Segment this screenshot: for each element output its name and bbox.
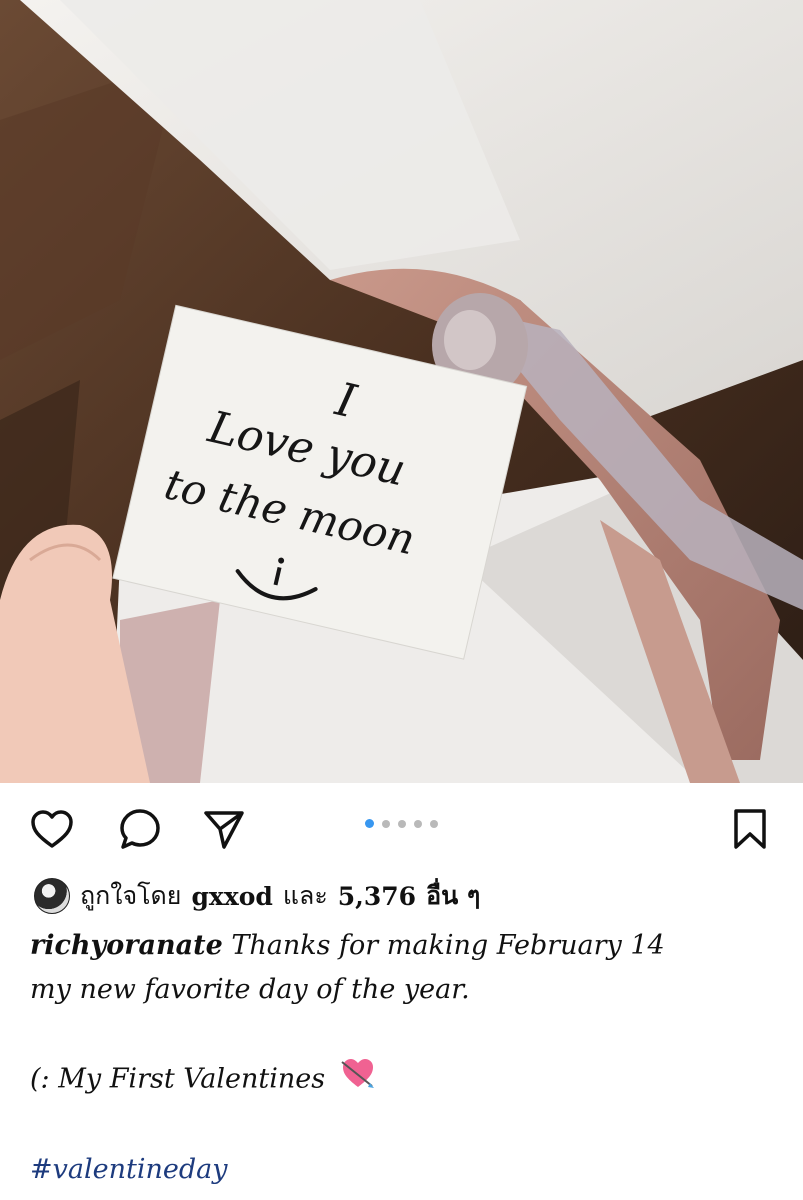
- post-photo[interactable]: I Love you to the moon: [0, 0, 803, 783]
- carousel-dot: [414, 819, 422, 828]
- hashtag-link[interactable]: #valentineday: [30, 1148, 780, 1192]
- likes-prefix: ถูกใจโดย: [80, 881, 182, 910]
- carousel-dot: [398, 819, 406, 828]
- carousel-indicator: [365, 819, 438, 828]
- save-button[interactable]: [726, 805, 774, 853]
- share-icon: [204, 811, 244, 849]
- like-button[interactable]: [28, 805, 76, 853]
- share-button[interactable]: [200, 805, 248, 853]
- caption-text-1: Thanks for making February 14: [231, 930, 665, 961]
- caption-line-3: (: My First Valentines: [30, 1056, 780, 1104]
- caption-text-3: (: My First Valentines: [30, 1063, 326, 1095]
- carousel-dot: [430, 819, 438, 828]
- likes-suffix[interactable]: อื่น ๆ: [426, 876, 480, 916]
- comment-icon: [120, 809, 160, 849]
- heart-with-arrow-emoji: [340, 1056, 376, 1104]
- carousel-dot: [382, 819, 390, 828]
- heart-with-arrow-icon: [341, 1059, 374, 1088]
- heart-icon: [31, 810, 73, 848]
- likes-conjunction: และ: [282, 881, 328, 910]
- post-caption: richyoranate Thanks for making February …: [30, 924, 780, 1192]
- comment-button[interactable]: [116, 805, 164, 853]
- bookmark-icon: [734, 809, 766, 849]
- likes-count[interactable]: 5,376: [338, 882, 416, 911]
- liked-by-user-link[interactable]: gxxod: [191, 882, 272, 911]
- caption-line: richyoranate Thanks for making February …: [30, 924, 780, 968]
- caption-username-link[interactable]: richyoranate: [30, 930, 223, 961]
- carousel-dot-active: [365, 819, 374, 828]
- avatar[interactable]: [34, 878, 70, 914]
- likes-row[interactable]: ถูกใจโดย gxxod และ 5,376 อื่น ๆ: [34, 876, 480, 916]
- post-action-bar: [0, 783, 803, 873]
- caption-text-2: my new favorite day of the year.: [30, 974, 470, 1005]
- photo-illustration: I Love you to the moon: [0, 0, 803, 783]
